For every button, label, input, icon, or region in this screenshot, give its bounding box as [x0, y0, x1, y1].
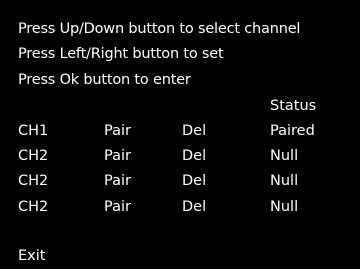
status-value: Paired — [270, 123, 315, 139]
delete-button[interactable]: Del — [182, 121, 206, 141]
instruction-select-channel: Press Up/Down button to select channel — [18, 21, 301, 37]
delete-button[interactable]: Del — [182, 171, 206, 191]
pair-button[interactable]: Pair — [104, 197, 131, 217]
osd-channel-pairing-screen: Press Up/Down button to select channel P… — [0, 0, 360, 269]
instruction-set: Press Left/Right button to set — [18, 46, 224, 62]
channel-label[interactable]: CH2 — [18, 197, 48, 217]
delete-button[interactable]: Del — [182, 197, 206, 217]
channel-label[interactable]: CH2 — [18, 146, 48, 166]
status-value: Null — [270, 148, 299, 164]
channel-label[interactable]: CH1 — [18, 121, 48, 141]
pair-button[interactable]: Pair — [104, 121, 131, 141]
instruction-enter: Press Ok button to enter — [18, 72, 191, 88]
pair-button[interactable]: Pair — [104, 146, 131, 166]
channel-label[interactable]: CH2 — [18, 171, 48, 191]
pair-button[interactable]: Pair — [104, 171, 131, 191]
exit-button[interactable]: Exit — [18, 246, 45, 266]
status-value: Null — [270, 199, 299, 215]
status-value: Null — [270, 173, 299, 189]
status-column-header: Status — [270, 98, 317, 114]
delete-button[interactable]: Del — [182, 146, 206, 166]
